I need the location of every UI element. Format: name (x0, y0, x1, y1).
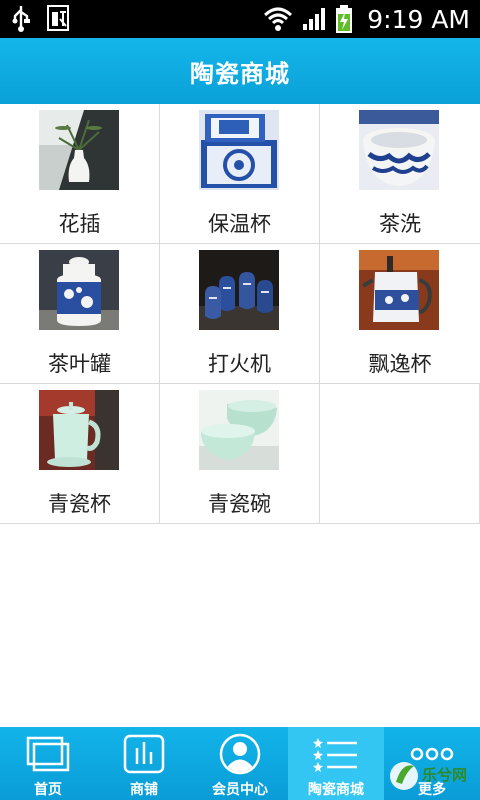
page-title: 陶瓷商城 (190, 59, 290, 88)
wifi-icon (264, 7, 293, 31)
lighter-photo (199, 250, 279, 330)
tab-home[interactable]: 首页 (0, 727, 96, 800)
product-label: 茶洗 (379, 212, 421, 236)
empty-cell (320, 384, 480, 524)
status-bar: 9:19 AM (0, 0, 480, 38)
tab-shops[interactable]: 商铺 (96, 727, 192, 800)
product-item[interactable]: 保温杯 (160, 104, 320, 244)
watermark-logo: 乐兮网 (388, 752, 478, 800)
teapot-photo (359, 250, 439, 330)
vase-photo (39, 110, 119, 190)
product-label: 保温杯 (208, 212, 271, 236)
bowl-photo (359, 110, 439, 190)
product-item[interactable]: 打火机 (160, 244, 320, 384)
tab-ceramics-mall[interactable]: 陶瓷商城 (288, 727, 384, 800)
bar-chart-icon (123, 733, 165, 775)
tea-canister-photo (39, 250, 119, 330)
product-item[interactable]: 茶叶罐 (0, 244, 160, 384)
product-label: 花插 (58, 212, 101, 236)
status-time: 9:19 AM (367, 4, 470, 34)
usb-icon (12, 6, 30, 32)
product-item[interactable]: 花插 (0, 104, 160, 244)
product-label: 飘逸杯 (368, 352, 432, 376)
product-item[interactable]: 茶洗 (320, 104, 480, 244)
celadon-bowl-photo (199, 390, 279, 470)
svg-text:乐兮网: 乐兮网 (422, 766, 467, 784)
product-item[interactable]: 青瓷杯 (0, 384, 160, 524)
app-header: 陶瓷商城 (0, 38, 480, 105)
tab-label: 商铺 (130, 782, 158, 798)
product-label: 打火机 (208, 352, 271, 376)
product-item[interactable]: 飘逸杯 (320, 244, 480, 384)
list-icon (313, 733, 359, 775)
user-icon (219, 733, 261, 775)
tab-label: 陶瓷商城 (308, 782, 364, 798)
sim-card-icon (47, 5, 69, 31)
battery-charging-icon (336, 5, 353, 33)
product-label: 青瓷碗 (208, 492, 271, 516)
product-label: 茶叶罐 (48, 352, 111, 376)
window-icon (26, 733, 70, 775)
gift-box-photo (199, 110, 279, 190)
tab-label: 会员中心 (212, 782, 268, 798)
signal-icon (303, 8, 326, 30)
product-label: 青瓷杯 (48, 492, 111, 516)
tab-member-center[interactable]: 会员中心 (192, 727, 288, 800)
tab-label: 首页 (34, 782, 62, 798)
product-item[interactable]: 青瓷碗 (160, 384, 320, 524)
product-grid: 花插 保温杯 茶洗 茶叶罐 打火机 飘逸杯 青瓷杯 青瓷碗 (0, 104, 480, 524)
celadon-cup-photo (39, 390, 119, 470)
